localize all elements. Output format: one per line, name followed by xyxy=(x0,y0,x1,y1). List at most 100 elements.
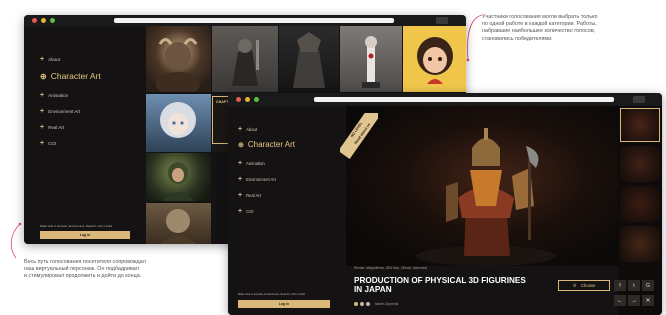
archer-icon xyxy=(162,162,194,201)
arrow-left-icon[interactable]: ← xyxy=(614,295,626,306)
gallery-nav: ← → ✕ xyxy=(614,295,654,306)
close-dot-icon[interactable] xyxy=(236,97,241,102)
sidebar-item-label: Real Art xyxy=(48,125,65,130)
sidebar-item-label: Animation xyxy=(48,93,69,98)
plus-icon: + xyxy=(238,176,243,183)
project-title-line: PRODUCTION OF PHYSICAL 3D FIGURINES xyxy=(354,276,526,285)
sidebar: + About ⊕ Character Art + Animation + Enviro… xyxy=(228,106,346,315)
minimize-dot-icon[interactable] xyxy=(245,97,250,102)
plus-icon: + xyxy=(40,56,45,63)
plus-icon: + xyxy=(238,192,243,199)
caption-small: Render, Allegorithmic, 3DS Max, ZBrush, … xyxy=(354,266,427,270)
window-controls xyxy=(32,18,55,23)
minimize-dot-icon[interactable] xyxy=(41,18,46,23)
signin-button[interactable]: Log in xyxy=(238,300,330,308)
plus-icon: ⊕ xyxy=(238,141,244,149)
doll-icon xyxy=(160,102,196,138)
sidebar-item-character-art[interactable]: ⊕ Character Art xyxy=(40,71,101,81)
cartoon-girl-icon xyxy=(417,37,453,84)
thumb-knight[interactable] xyxy=(212,26,278,92)
plus-icon: + xyxy=(40,140,45,147)
sidebar-item-real-art[interactable]: + Real Art xyxy=(40,124,64,131)
browser-toolbar xyxy=(24,15,466,26)
annotation-top-right: Участники голосования могли выбрать толь… xyxy=(482,14,662,43)
sidebar-item-animation[interactable]: + Animation xyxy=(238,160,265,167)
sidebar-item-animation[interactable]: + Animation xyxy=(40,92,68,99)
thumb-dark-armor[interactable] xyxy=(279,26,339,92)
curve-bottom-left xyxy=(10,223,21,259)
thumb-figurine-2[interactable] xyxy=(620,146,660,182)
address-bar[interactable] xyxy=(314,97,614,102)
project-title-line: IN JAPAN xyxy=(354,285,392,294)
thumb-samurai[interactable] xyxy=(340,26,402,92)
signin-label: Log in xyxy=(278,302,290,306)
choose-button[interactable]: ♕ Choose xyxy=(558,280,610,291)
close-dot-icon[interactable] xyxy=(32,18,37,23)
address-bar[interactable] xyxy=(114,18,394,23)
sidebar-item-label: About xyxy=(246,127,258,132)
thumb-selected[interactable] xyxy=(620,108,660,142)
thumb-figurine-4[interactable] xyxy=(620,226,660,262)
front-browser-window: + About ⊕ Character Art + Animation + Enviro… xyxy=(228,93,662,315)
twitter-icon[interactable]: t xyxy=(628,280,640,291)
sidebar-item-environment-art[interactable]: + Environment Art xyxy=(40,108,80,115)
ribbon-band: NO LEVEL Read about us xyxy=(340,113,378,159)
annotation-line: по одной работе в каждой категории. Рабо… xyxy=(482,21,597,28)
sidebar-item-label: Real Art xyxy=(246,193,261,198)
social-buttons: f t G xyxy=(614,280,654,291)
sidebar-item-real-art[interactable]: + Real Art xyxy=(238,192,261,199)
signin-label: Log in xyxy=(79,233,91,237)
plus-icon: + xyxy=(238,126,243,133)
annotation-line: набравшие наибольшее количество голосов, xyxy=(482,28,596,35)
curve-top-right xyxy=(467,14,483,61)
close-icon[interactable]: ✕ xyxy=(642,295,654,306)
plus-icon: + xyxy=(238,208,243,215)
sidebar: + About ⊕ Character Art + Animation + Enviro… xyxy=(24,26,144,244)
sidebar-item-about[interactable]: + About xyxy=(40,56,60,63)
plus-icon: + xyxy=(40,124,45,131)
armor-icon xyxy=(293,32,325,88)
annotation-bottom-left: Весь путь голосования посетителя сопрово… xyxy=(24,259,224,281)
sidebar-item-character-art[interactable]: ⊕ Character Art xyxy=(238,140,295,149)
sidebar-item-cgi[interactable]: + CGI xyxy=(238,208,254,215)
plus-icon: + xyxy=(40,92,45,99)
arrow-right-icon[interactable]: → xyxy=(628,295,640,306)
avatar-icon xyxy=(354,302,358,306)
deadline-text: Make Vote in Animate, Environment, Real … xyxy=(238,293,306,296)
sidebar-item-label: CGI xyxy=(246,209,254,214)
annotation-line: становились победителями. xyxy=(482,35,553,42)
plus-icon: + xyxy=(238,160,243,167)
ribbon: NO LEVEL Read about us xyxy=(340,113,378,169)
annotation-line: и стимулировал продолжить и дойти до кон… xyxy=(24,273,142,280)
maximize-dot-icon[interactable] xyxy=(50,18,55,23)
sidebar-item-cgi[interactable]: + CGI xyxy=(40,140,56,147)
toolbar-button[interactable] xyxy=(436,17,448,24)
sidebar-item-label: Environment Art xyxy=(246,177,276,182)
trophy-icon: ♕ xyxy=(572,282,578,289)
sidebar-item-label: Character Art xyxy=(50,71,101,81)
toolbar-button[interactable] xyxy=(633,96,645,103)
choose-label: Choose xyxy=(581,283,596,288)
thumb-minotaur[interactable] xyxy=(146,26,211,92)
signin-button[interactable]: Log in xyxy=(40,231,130,239)
minotaur-icon xyxy=(156,38,200,92)
plus-icon: ⊕ xyxy=(40,71,47,81)
thumb-archer[interactable] xyxy=(146,153,211,201)
thumb-doll[interactable] xyxy=(146,94,211,152)
deadline-text: Make Vote in Animate, Environment, Real … xyxy=(40,224,113,228)
facebook-icon[interactable]: f xyxy=(614,280,626,291)
google-icon[interactable]: G xyxy=(642,280,654,291)
curve-dot-bottom xyxy=(18,222,22,226)
window-controls xyxy=(236,97,259,102)
samurai-icon xyxy=(362,36,380,88)
knight-icon xyxy=(232,39,259,86)
sidebar-item-environment-art[interactable]: + Environment Art xyxy=(238,176,276,183)
thumb-cartoon-girl[interactable] xyxy=(403,26,466,92)
thumb-figurine-3[interactable] xyxy=(620,186,660,222)
sidebar-item-label: Animation xyxy=(246,161,265,166)
sidebar-item-about[interactable]: + About xyxy=(238,126,257,133)
author-name: Maxim Zlyonmal xyxy=(375,302,399,306)
maximize-dot-icon[interactable] xyxy=(254,97,259,102)
thumb-witch[interactable] xyxy=(146,203,211,244)
author-row: Maxim Zlyonmal xyxy=(354,302,398,306)
